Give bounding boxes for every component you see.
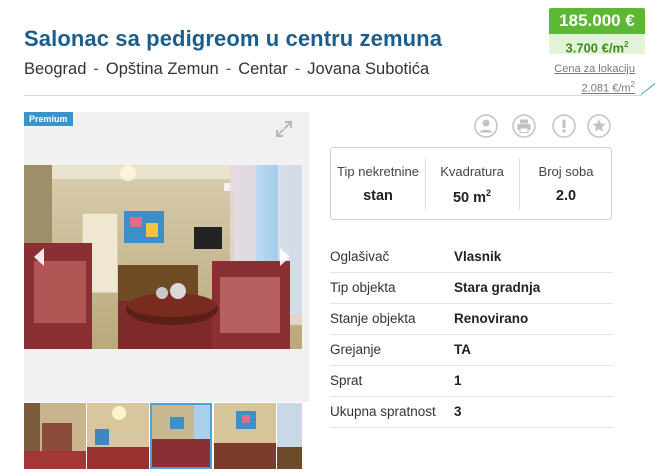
thumbnail[interactable] (24, 403, 86, 469)
stat-value: stan (363, 188, 393, 204)
stat-value: 50 m2 (425, 188, 519, 206)
location-price-sup: 2 (630, 80, 635, 89)
breadcrumb-city[interactable]: Beograd (24, 60, 86, 78)
expand-icon[interactable] (274, 119, 294, 139)
price-per-m2-value: 3.700 €/m (565, 40, 625, 56)
detail-value: Vlasnik (454, 249, 502, 264)
stat-area-sup: 2 (486, 188, 492, 198)
stat-label: Broj soba (538, 164, 594, 179)
breadcrumb-separator: - (93, 60, 99, 78)
gallery-prev-arrow[interactable] (32, 247, 46, 267)
breadcrumb-separator: - (294, 60, 301, 78)
main-photo[interactable] (24, 165, 302, 349)
location-price-number: 2.081 €/m (581, 82, 631, 95)
stat-property-type: Tip nekretnine stan (331, 148, 425, 219)
thumbnail[interactable] (277, 403, 302, 469)
breadcrumb-street[interactable]: Jovana Subotića (307, 60, 429, 78)
detail-value: 1 (454, 373, 462, 388)
detail-row-condition: Stanje objekta Renovirano (330, 303, 613, 335)
stat-area: Kvadratura 50 m2 (425, 148, 519, 219)
premium-badge: Premium (24, 112, 73, 126)
breadcrumb-municipality[interactable]: Opština Zemun (106, 60, 219, 78)
detail-value: Stara gradnja (454, 280, 541, 295)
detail-label: Ukupna spratnost (330, 404, 436, 419)
stat-rooms: Broj soba 2.0 (519, 148, 613, 219)
key-stats: Tip nekretnine stan Kvadratura 50 m2 Bro… (330, 147, 612, 220)
favorite-icon[interactable] (587, 114, 611, 138)
detail-label: Oglašivač (330, 249, 390, 264)
listing-title: Salonac sa pedigreom u centru zemuna (24, 26, 443, 51)
breadcrumb: Beograd - Opština Zemun - Centar - Jovana Subo… (24, 60, 429, 79)
stat-label: Tip nekretnine (337, 164, 419, 179)
location-price-value[interactable]: 2.081 €/m2 (582, 80, 635, 95)
contact-icon[interactable] (474, 114, 498, 138)
stat-area-number: 50 m (452, 189, 487, 206)
breadcrumb-area[interactable]: Centar (238, 60, 288, 78)
price-box: 185.000 € (549, 8, 645, 34)
detail-label: Grejanje (330, 342, 382, 357)
detail-row-heating: Grejanje TA (330, 334, 613, 366)
detail-row-advertiser: Oglašivač Vlasnik (330, 241, 613, 273)
corner-accent (640, 81, 655, 95)
detail-value: 3 (454, 404, 462, 419)
detail-label: Sprat (330, 373, 363, 388)
thumbnail[interactable] (150, 403, 212, 469)
detail-row-floor: Sprat 1 (330, 365, 613, 397)
thumbnail[interactable] (214, 403, 276, 469)
detail-value: TA (454, 342, 471, 357)
gallery-next-arrow[interactable] (278, 247, 292, 267)
detail-value: Renovirano (454, 311, 529, 326)
detail-row-total-floors: Ukupna spratnost 3 (330, 396, 613, 428)
price-per-m2: 3.700 €/m2 (549, 34, 645, 56)
print-icon[interactable] (512, 114, 536, 138)
stat-label: Kvadratura (440, 164, 504, 179)
thumbnail-strip (24, 403, 302, 473)
detail-label: Tip objekta (330, 280, 396, 295)
location-price-link[interactable]: Cena za lokaciju (554, 63, 635, 75)
detail-row-building-type: Tip objekta Stara gradnja (330, 272, 613, 304)
thumbnail[interactable] (87, 403, 149, 469)
header-divider (24, 95, 642, 96)
breadcrumb-separator: - (225, 60, 232, 78)
detail-label: Stanje objekta (330, 311, 416, 326)
price-per-m2-sup: 2 (624, 40, 629, 49)
report-icon[interactable] (552, 114, 576, 138)
stat-value: 2.0 (555, 188, 577, 204)
